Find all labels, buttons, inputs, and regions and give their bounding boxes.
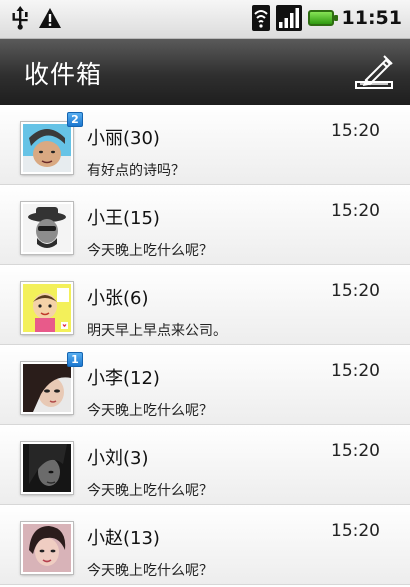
message-list: 2 小丽(30) 有好点的诗吗？ 15:20 小王(15) 今天晚上吃什么呢？ … — [0, 105, 410, 587]
list-item[interactable]: 小王(15) 今天晚上吃什么呢？ 15:20 — [0, 185, 410, 265]
list-item[interactable]: 小张(6) 明天早上早点来公司。 15:20 — [0, 265, 410, 345]
list-item[interactable]: 1 小李(12) 今天晚上吃什么呢？ 15:20 — [0, 345, 410, 425]
status-time: 11:51 — [341, 7, 402, 29]
avatar — [21, 442, 73, 494]
contact-name: 小张(6) — [87, 288, 149, 309]
warning-icon — [39, 8, 61, 28]
list-item[interactable]: 小赵(13) 今天晚上吃什么呢？ 15:20 — [0, 505, 410, 585]
message-preview: 今天晚上吃什么呢？ — [87, 483, 213, 499]
list-item[interactable]: 小刘(3) 今天晚上吃什么呢？ 15:20 — [0, 425, 410, 505]
unread-badge: 2 — [67, 112, 83, 127]
page-title: 收件箱 — [24, 60, 103, 89]
contact-name: 小王(15) — [87, 208, 160, 229]
message-time: 15:20 — [331, 441, 380, 461]
unread-badge: 1 — [67, 352, 83, 367]
usb-icon — [12, 6, 28, 30]
message-time: 15:20 — [331, 201, 380, 221]
message-time: 15:20 — [331, 521, 380, 541]
avatar — [21, 362, 73, 414]
avatar — [21, 122, 73, 174]
battery-icon — [307, 10, 338, 26]
message-preview: 明天早上早点来公司。 — [87, 323, 227, 339]
message-preview: 有好点的诗吗？ — [87, 163, 185, 179]
message-time: 15:20 — [331, 281, 380, 301]
title-bar: 收件箱 — [0, 39, 410, 105]
message-preview: 今天晚上吃什么呢？ — [87, 243, 213, 259]
wifi-icon — [251, 5, 270, 31]
avatar — [21, 202, 73, 254]
message-time: 15:20 — [331, 361, 380, 381]
contact-name: 小刘(3) — [87, 448, 149, 469]
message-time: 15:20 — [331, 121, 380, 141]
contact-name: 小李(12) — [87, 368, 160, 389]
list-item[interactable]: 2 小丽(30) 有好点的诗吗？ 15:20 — [0, 105, 410, 185]
message-preview: 今天晚上吃什么呢？ — [87, 403, 213, 419]
avatar — [21, 282, 73, 334]
contact-name: 小丽(30) — [87, 128, 160, 149]
contact-name: 小赵(13) — [87, 528, 160, 549]
status-bar: 11:51 — [0, 0, 410, 39]
message-preview: 今天晚上吃什么呢？ — [87, 563, 213, 579]
avatar — [21, 522, 73, 574]
compose-icon[interactable] — [352, 50, 396, 94]
signal-icon — [275, 5, 302, 31]
